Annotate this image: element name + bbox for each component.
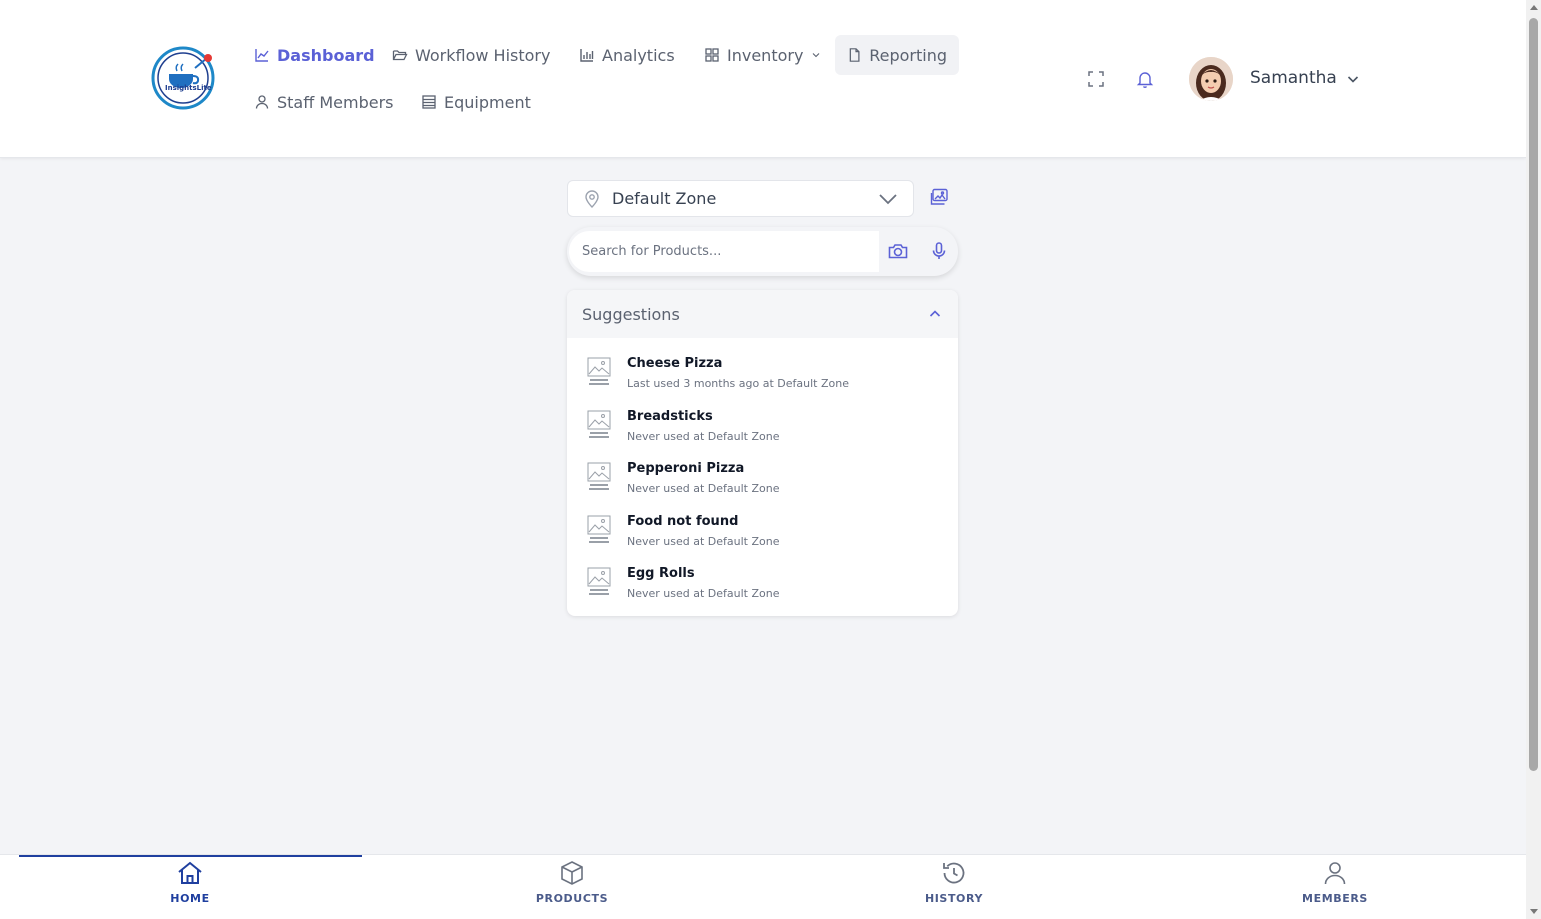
image-gallery-icon [930,188,948,205]
scrollbar-thumb[interactable] [1529,18,1538,771]
suggestion-item[interactable]: Breadsticks Never used at Default Zone [567,400,958,453]
no-image-placeholder-icon [587,410,611,438]
nav-workflow-history[interactable]: Workflow History [380,35,562,75]
suggestion-subtext: Never used at Default Zone [627,534,780,548]
suggestion-name: Pepperoni Pizza [627,461,745,476]
suggestion-subtext: Never used at Default Zone [627,482,780,495]
suggestion-name: Breadsticks [627,408,713,424]
bottom-nav-members[interactable]: MEMBERS [1275,859,1395,905]
zone-select-value: Default Zone [612,189,717,208]
nav-inventory[interactable]: Inventory [692,35,834,75]
nav-inventory-label: Inventory [727,45,804,65]
user-name[interactable]: Samantha [1250,68,1337,88]
chevron-down-icon [813,53,820,58]
top-header: InsightsLite Dashboard Workflow History … [0,0,1526,158]
nav-dashboard-label: Dashboard [277,45,375,65]
suggestion-name: Food not found [627,513,739,529]
bottom-nav: HOME PRODUCTS HISTORY MEMBERS [0,854,1526,919]
fullscreen-button[interactable] [1086,69,1106,89]
nav-equipment[interactable]: Equipment [409,82,543,122]
home-icon [178,861,202,884]
scroll-down-arrow-icon[interactable] [1530,909,1538,914]
chevron-down-icon [879,193,897,204]
no-image-placeholder-icon [587,567,611,595]
grid-icon [705,48,719,62]
suggestions-header[interactable]: Suggestions [567,290,958,338]
suggestion-item[interactable]: Pepperoni Pizza Never used at Default Zo… [567,452,958,505]
suggestion-item[interactable]: Food not found Never used at Default Zon… [567,505,958,558]
bottom-nav-members-label: MEMBERS [1302,892,1368,905]
suggestions-title: Suggestions [582,304,680,324]
page-scrollbar[interactable] [1526,0,1541,919]
suggestion-subtext: Never used at Default Zone [627,429,780,443]
notifications-button[interactable] [1136,69,1154,89]
document-icon [849,48,860,62]
suggestion-item[interactable]: Cheese Pizza Last used 3 months ago at D… [567,347,958,400]
chevron-up-icon[interactable] [927,306,943,322]
app-logo[interactable]: InsightsLite [151,46,215,110]
suggestion-item[interactable]: Egg Rolls Never used at Default Zone [567,557,958,610]
bottom-nav-home-label: HOME [170,892,210,905]
nav-reporting[interactable]: Reporting [835,35,959,75]
nav-dashboard[interactable]: Dashboard [242,35,387,75]
bottom-nav-active-indicator [19,855,362,857]
nav-analytics[interactable]: Analytics [567,35,687,75]
suggestion-name: Cheese Pizza [627,356,723,371]
suggestion-name: Egg Rolls [627,566,695,581]
box-icon [561,861,583,885]
camera-icon [888,244,908,259]
bar-chart-icon [580,49,594,62]
no-image-placeholder-icon [587,357,611,385]
bottom-nav-products[interactable]: PRODUCTS [512,859,632,905]
nav-reporting-label: Reporting [869,45,947,65]
user-icon [255,95,269,109]
no-image-placeholder-icon [587,515,611,543]
nav-workflow-history-label: Workflow History [415,45,551,65]
scroll-up-arrow-icon[interactable] [1530,5,1538,10]
search-input[interactable] [569,231,879,272]
camera-search-button[interactable] [887,240,909,262]
user-menu-chevron-icon[interactable] [1345,71,1361,87]
avatar-portrait-icon [1189,57,1233,101]
logo-mark-icon [151,46,215,110]
bell-icon [1136,72,1154,88]
suggestions-panel: Suggestions Cheese Pizza Last used 3 mon… [567,290,958,616]
folder-open-icon [392,50,408,61]
gallery-button[interactable] [929,187,950,208]
bottom-nav-history[interactable]: HISTORY [894,859,1014,905]
bottom-nav-history-label: HISTORY [924,892,984,905]
search-bar [567,227,958,276]
suggestions-list: Cheese Pizza Last used 3 months ago at D… [567,338,958,610]
nav-equipment-label: Equipment [444,92,531,112]
line-chart-icon [255,49,269,62]
fullscreen-icon [1088,71,1104,87]
logo-text: InsightsLite [165,84,212,92]
location-pin-icon [585,189,599,208]
suggestion-subtext: Last used 3 months ago at Default Zone [627,377,849,390]
nav-analytics-label: Analytics [602,45,675,65]
bottom-nav-home[interactable]: HOME [130,859,250,905]
no-image-placeholder-icon [587,462,611,490]
zone-select[interactable]: Default Zone [567,180,914,217]
bottom-nav-products-label: PRODUCTS [535,892,609,905]
microphone-icon [932,242,946,259]
suggestion-subtext: Never used at Default Zone [627,587,780,600]
list-icon [422,95,436,109]
person-icon [1324,862,1346,885]
user-avatar[interactable] [1189,57,1233,101]
history-icon [943,862,965,884]
nav-staff-members-label: Staff Members [277,92,394,112]
voice-search-button[interactable] [930,241,948,261]
nav-staff-members[interactable]: Staff Members [242,82,406,122]
